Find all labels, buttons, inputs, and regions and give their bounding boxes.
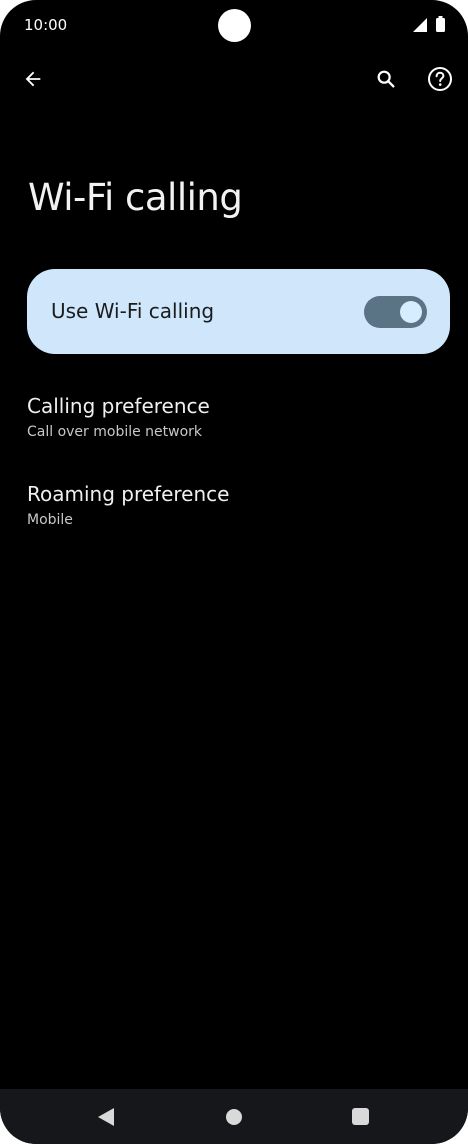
app-bar	[0, 56, 468, 104]
toggle-thumb	[400, 301, 422, 323]
nav-home-icon[interactable]	[226, 1109, 242, 1125]
nav-back-icon[interactable]	[97, 1107, 115, 1127]
search-icon	[377, 70, 395, 88]
nav-recents-icon[interactable]	[352, 1108, 369, 1125]
roaming-preference-item[interactable]: Roaming preference Mobile	[0, 482, 468, 552]
calling-preference-summary: Call over mobile network	[27, 424, 203, 440]
signal-icon	[413, 18, 427, 32]
use-wifi-calling-switch-bar[interactable]: Use Wi-Fi calling	[27, 269, 450, 354]
phone-screen: 10:00 Wi-Fi calling Use Wi-Fi calling Ca…	[0, 0, 468, 1144]
front-camera	[218, 9, 251, 42]
status-bar: 10:00	[0, 0, 468, 50]
help-button[interactable]	[423, 62, 457, 96]
battery-icon	[436, 16, 445, 32]
use-wifi-calling-toggle[interactable]	[364, 296, 427, 328]
navigation-bar	[0, 1089, 468, 1144]
roaming-preference-summary: Mobile	[27, 512, 73, 528]
arrow-back-icon	[25, 71, 41, 87]
back-button[interactable]	[16, 62, 50, 96]
calling-preference-item[interactable]: Calling preference Call over mobile netw…	[0, 394, 468, 464]
use-wifi-calling-label: Use Wi-Fi calling	[51, 299, 215, 323]
status-time: 10:00	[24, 16, 68, 34]
roaming-preference-title: Roaming preference	[27, 482, 230, 506]
calling-preference-title: Calling preference	[27, 394, 210, 418]
search-button[interactable]	[369, 62, 403, 96]
help-circle-icon	[428, 67, 452, 91]
page-title: Wi-Fi calling	[28, 176, 243, 219]
